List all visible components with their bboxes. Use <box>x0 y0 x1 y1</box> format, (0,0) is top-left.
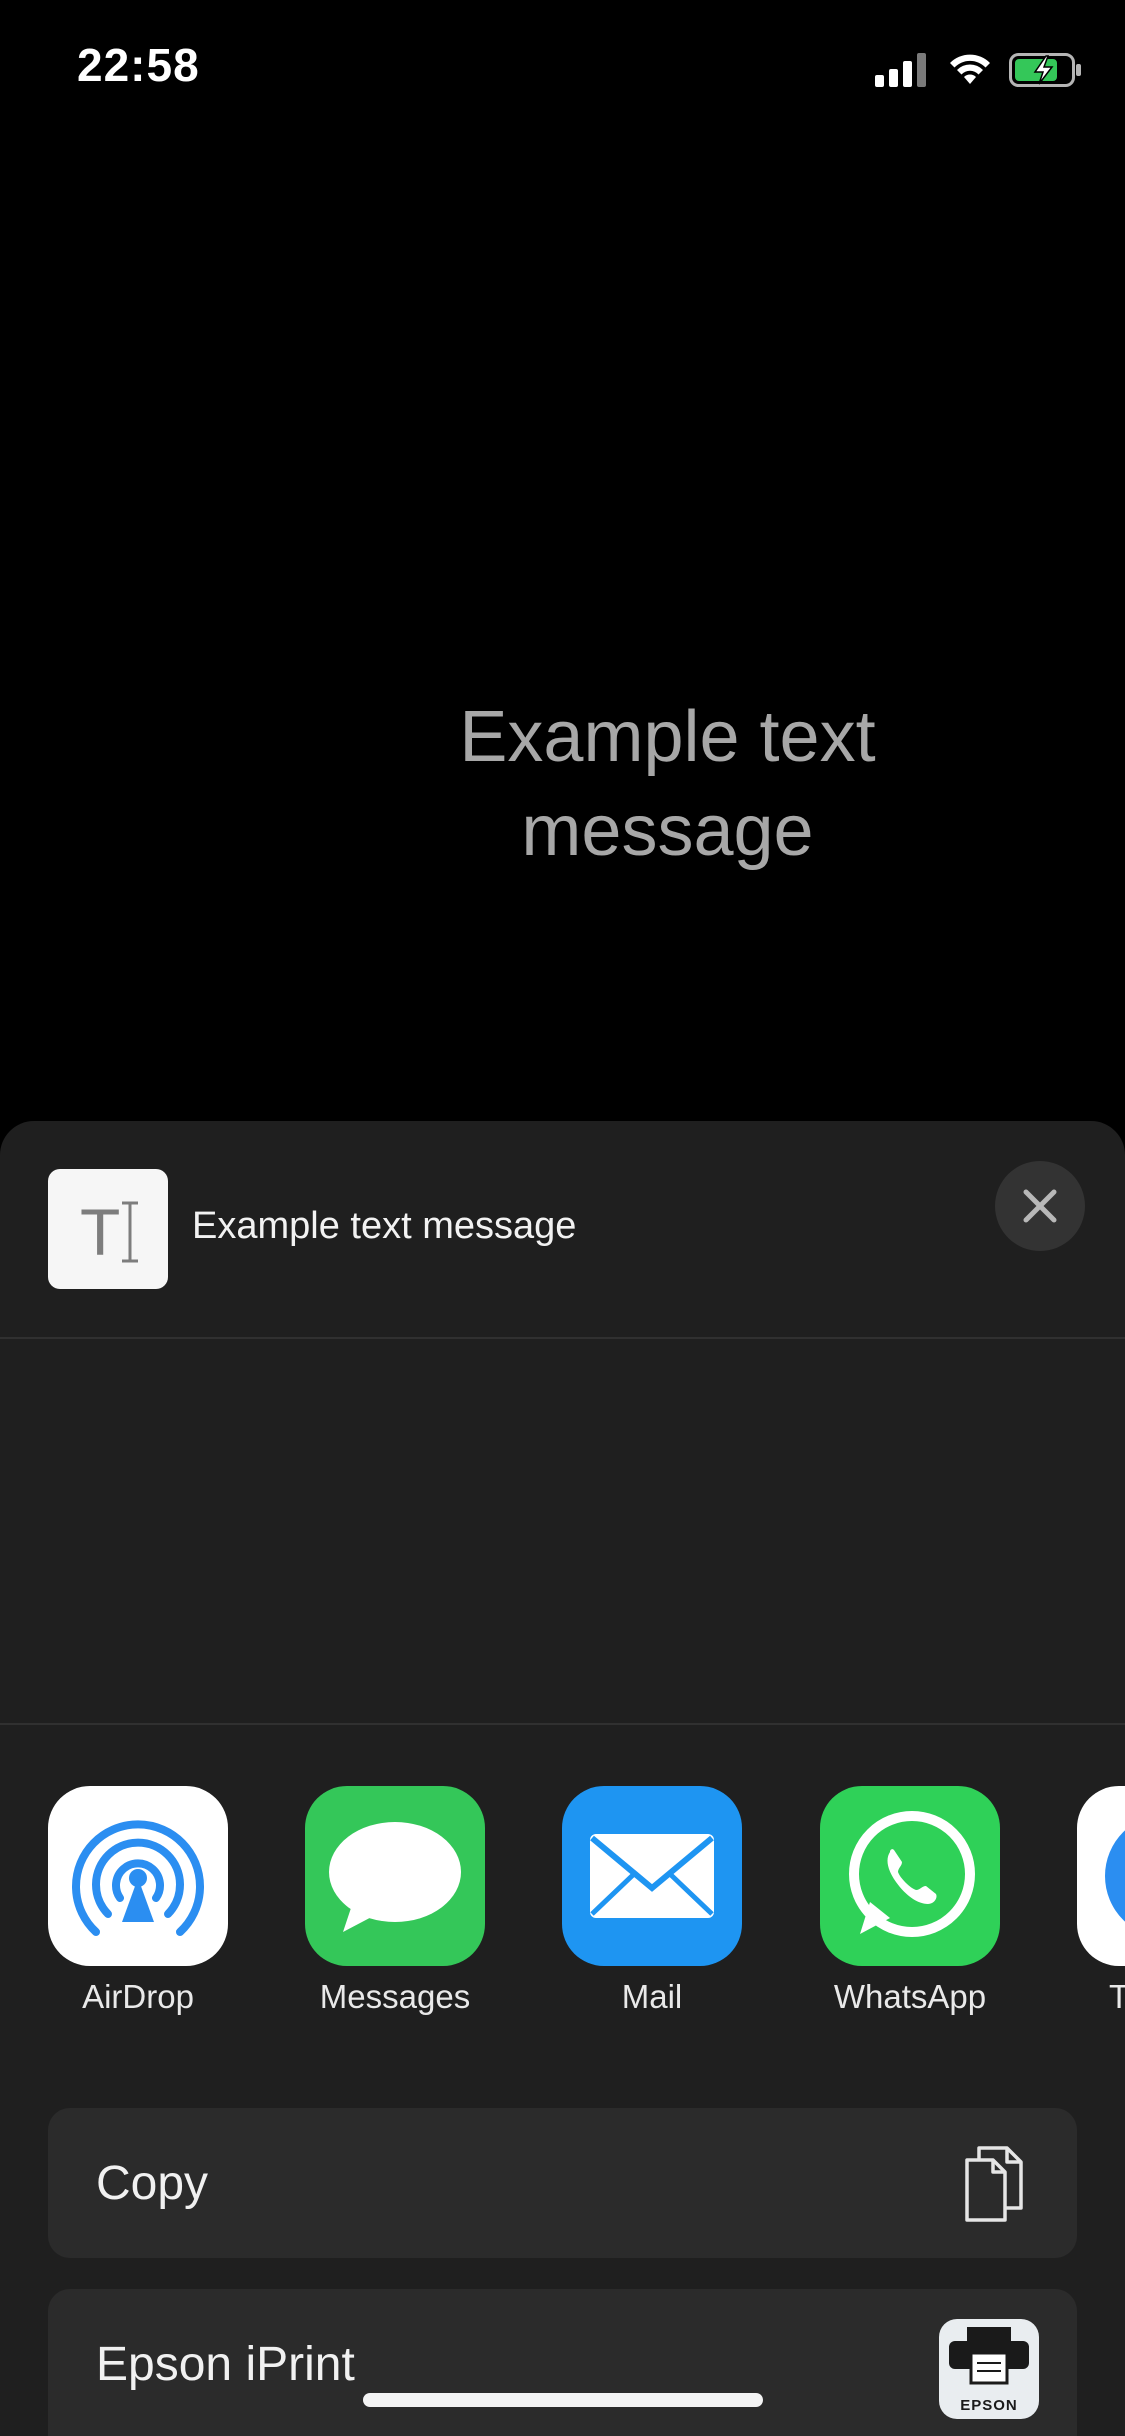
status-time: 22:58 <box>77 39 200 91</box>
app-messages[interactable]: Messages <box>285 1786 505 2016</box>
home-indicator[interactable] <box>363 2393 763 2407</box>
close-icon <box>1023 1189 1057 1223</box>
share-sheet: T Example text message AirDrop Messages … <box>0 1121 1125 2436</box>
signal-icon <box>875 53 926 87</box>
app-row: AirDrop Messages Mail WhatsApp T <box>0 1786 1125 2046</box>
app-mail[interactable]: Mail <box>542 1786 762 2016</box>
telegram-icon <box>1077 1786 1125 1966</box>
action-label: Epson iPrint <box>96 2338 355 2391</box>
epson-logo-text: EPSON <box>960 2397 1018 2414</box>
airdrop-icon <box>48 1786 228 1966</box>
app-telegram[interactable]: Te <box>1057 1786 1125 2016</box>
app-label: Te <box>1109 1978 1125 2015</box>
app-label: WhatsApp <box>833 1978 987 2015</box>
close-button[interactable] <box>995 1161 1085 1251</box>
whatsapp-icon <box>820 1786 1000 1966</box>
action-label: Copy <box>96 2157 209 2210</box>
app-airdrop[interactable]: AirDrop <box>28 1786 248 2016</box>
action-copy[interactable]: Copy <box>48 2108 1077 2258</box>
epson-iprint-icon: EPSON <box>939 2319 1039 2419</box>
text-document-icon: T <box>48 1169 168 1289</box>
share-sheet-suggestions-area <box>0 1339 1125 1725</box>
background-message: Example text message <box>0 690 1125 878</box>
preview-title: Example text message <box>192 1205 577 1247</box>
wifi-icon <box>950 54 990 84</box>
background-message-text: Example text message <box>459 697 876 871</box>
messages-icon <box>305 1786 485 1966</box>
svg-text:T: T <box>80 1195 120 1269</box>
copy-icon <box>949 2138 1039 2228</box>
status-bar: 22:58 <box>0 0 1125 140</box>
share-sheet-header: T Example text message <box>0 1121 1125 1339</box>
app-label: Mail <box>621 1978 683 2015</box>
status-icons <box>875 48 1083 92</box>
action-epson-iprint[interactable]: Epson iPrint EPSON <box>48 2289 1077 2436</box>
battery-charging-icon <box>1009 53 1081 87</box>
app-whatsapp[interactable]: WhatsApp <box>800 1786 1020 2016</box>
app-label: AirDrop <box>82 1978 194 2015</box>
app-label: Messages <box>319 1978 471 2015</box>
mail-icon <box>562 1786 742 1966</box>
